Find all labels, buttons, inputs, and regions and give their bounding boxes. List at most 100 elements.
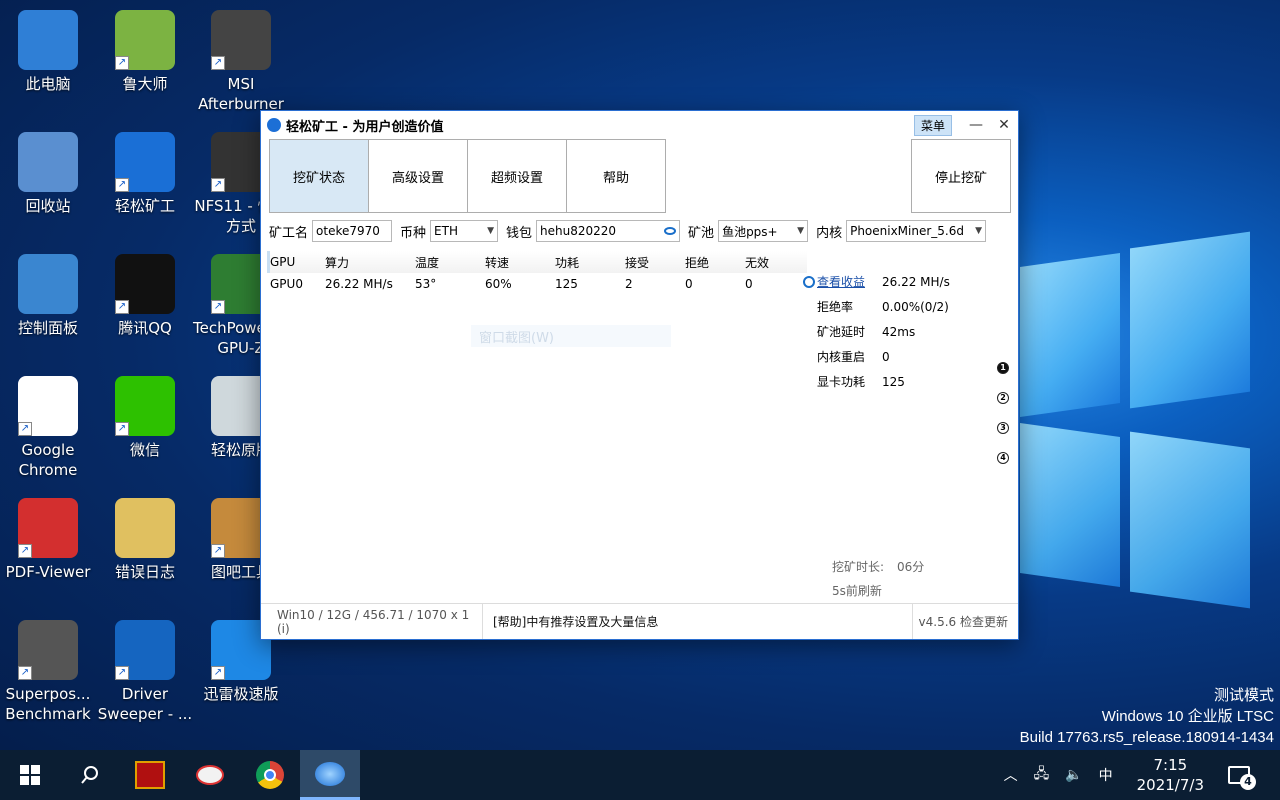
shortcut-arrow-icon: ↗ [115,56,129,70]
desktop-icon-label: 轻松矿工 [114,197,175,215]
kernel-select[interactable]: PhoenixMiner_5.6d ▼ [846,220,987,242]
column-header[interactable]: 拒绝 [685,254,745,271]
network-icon[interactable]: 🖧 [1034,763,1050,787]
mining-time-value: 06分 [897,560,925,574]
shortcut-arrow-icon: ↗ [18,544,32,558]
miner-window: 轻松矿工 - 为用户创造价值 菜单 — ✕ 挖矿状态 高级设置 超频设置 帮助 … [260,110,1019,640]
tab-help[interactable]: 帮助 [566,139,666,213]
reject-rate-label: 拒绝率 [817,300,854,314]
close-button[interactable]: ✕ [990,117,1018,133]
gpu-power-label: 显卡功耗 [817,375,866,389]
page-marker-3[interactable]: 3 [997,422,1009,434]
pdf-icon: ↗ [18,498,78,558]
test-mode-text: 测试模式 [1213,687,1274,704]
pool-select[interactable]: 鱼池pps+ ▼ [718,220,809,242]
page-marker-2[interactable]: 2 [997,392,1009,404]
column-header[interactable]: 转速 [485,254,555,271]
start-button[interactable] [0,750,60,800]
chrome-icon [256,761,284,789]
clock-date: 2021/7/3 [1136,776,1204,794]
desktop-icon[interactable]: 控制面板 [0,254,96,338]
notification-center-button[interactable]: 4 [1228,766,1256,790]
wallet-input[interactable]: hehu820220 [536,220,681,242]
table-cell: 0 [745,277,753,291]
shortcut-arrow-icon: ↗ [115,422,129,436]
shortcut-arrow-icon: ↗ [211,56,225,70]
page-marker-4[interactable]: 4 [997,452,1009,464]
shortcut-arrow-icon: ↗ [18,666,32,680]
column-header[interactable]: 温度 [415,254,485,271]
ghost-text: 窗口截图(W) [479,330,554,346]
column-header[interactable]: 接受 [625,254,685,271]
column-header[interactable]: 无效 [745,254,805,271]
page-marker-1[interactable]: 1 [997,362,1009,374]
clock[interactable]: 7:15 2021/7/3 [1137,755,1204,795]
desktop-icon[interactable]: 此电脑 [0,10,96,94]
column-header[interactable]: 功耗 [555,254,625,271]
minimize-button[interactable]: — [962,117,990,133]
afterburner-icon: ↗ [211,10,271,70]
menu-button[interactable]: 菜单 [913,114,952,136]
desktop-icon[interactable]: ↗ 微信 [97,376,193,460]
pool-value: 鱼池pps+ [722,224,778,239]
volume-icon[interactable]: 🔈 [1065,767,1082,783]
pool-latency-label: 矿池延时 [817,325,866,339]
shortcut-arrow-icon: ↗ [115,178,129,192]
ime-indicator[interactable]: 中 [1099,765,1113,785]
desktop-icon[interactable]: ↗ Driver Sweeper - ... [97,620,193,724]
miner-icon [315,761,345,786]
column-header[interactable]: GPU [270,255,325,269]
gpu-table: GPU 算力 温度 转速 功耗 接受 拒绝 无效 GPU0 26.22 MH/s 53° 60% 12… [267,251,807,295]
miner-app-icon [267,118,281,132]
stop-mining-button[interactable]: 停止挖矿 [911,139,1011,213]
driver-sweeper-icon: ↗ [115,620,175,680]
computer-icon [18,10,78,70]
desktop-icon[interactable]: ↗ 轻松矿工 [97,132,193,216]
view-income-link[interactable]: 查看收益 [817,273,882,290]
desktop-icon[interactable]: ↗ Superpos... Benchmark [0,620,96,724]
gpu-power-value: 125 [882,374,905,389]
recycle-bin-icon [18,132,78,192]
desktop-icon[interactable]: 回收站 [0,132,96,216]
version-label: v4.5.6 [918,614,957,629]
qq-icon: ↗ [115,254,175,314]
window-titlebar[interactable]: 轻松矿工 - 为用户创造价值 菜单 — ✕ [261,111,1018,139]
search-button[interactable] [60,750,120,800]
tab-advanced-settings[interactable]: 高级设置 [368,139,468,213]
miner-icon: ↗ [115,132,175,192]
taskbar-paint[interactable] [180,750,240,800]
eye-icon[interactable] [664,227,677,235]
desktop-icon[interactable]: ↗ 腾讯QQ [97,254,193,338]
coin-label: 币种 [400,225,427,241]
tab-mining-status[interactable]: 挖矿状态 [269,139,369,213]
clock-time: 7:15 [1153,756,1188,774]
help-hint-link[interactable]: [帮助]中有推荐设置及大量信息 [483,613,912,630]
desktop-icon[interactable]: ↗ 鲁大师 [97,10,193,94]
desktop-icon[interactable]: ↗ Google Chrome [0,376,96,480]
worker-input[interactable]: oteke7970 [312,220,393,242]
window-title: 轻松矿工 - 为用户创造价值 [286,119,444,135]
desktop-icon[interactable]: ↗ MSI Afterburner [193,10,289,114]
tab-overclock-settings[interactable]: 超频设置 [467,139,567,213]
magnifier-icon [803,275,815,288]
desktop-icon-label: MSI Afterburner [198,75,284,113]
column-header[interactable]: 算力 [325,254,415,271]
taskbar-furmark[interactable] [120,750,180,800]
desktop-icon[interactable]: 错误日志 [97,498,193,582]
taskbar-miner[interactable] [300,750,360,800]
shortcut-arrow-icon: ↗ [18,422,32,436]
mining-timer: 挖矿时长: 06分 5s前刷新 [832,555,924,603]
chevron-up-icon[interactable]: ︿ [1004,765,1018,785]
notification-badge: 4 [1240,774,1256,790]
desktop-icon-label: 此电脑 [25,75,71,93]
check-update-link[interactable]: 检查更新 [960,613,1008,630]
desktop-icon[interactable]: ↗ PDF-Viewer [0,498,96,582]
chrome-icon: ↗ [18,376,78,436]
table-row[interactable]: GPU0 26.22 MH/s 53° 60% 125 2 0 0 [267,273,807,295]
taskbar-chrome[interactable] [240,750,300,800]
kernel-label: 内核 [816,225,843,241]
coin-select[interactable]: ETH ▼ [430,220,499,242]
desktop-icon-label: PDF-Viewer [5,563,91,581]
refresh-text: 5s前刷新 [832,584,882,598]
superposition-icon: ↗ [18,620,78,680]
